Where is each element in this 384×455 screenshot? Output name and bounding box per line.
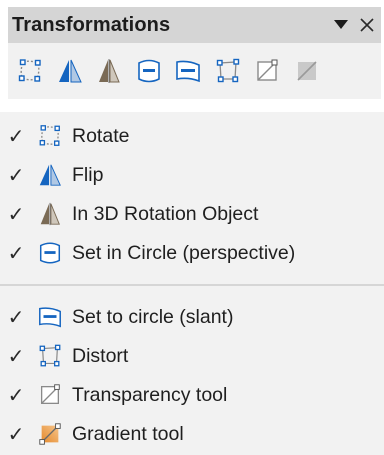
triangle-down-icon xyxy=(334,20,348,29)
set-to-circle-slant-icon xyxy=(176,60,200,83)
check-icon: ✓ xyxy=(7,242,25,265)
transformations-toolbar: Transformations xyxy=(8,7,381,99)
menu-item-label: Flip xyxy=(72,163,104,186)
toolbar-buttons xyxy=(8,43,381,99)
menu-item-transparency-tool[interactable]: ✓ Transparency tool xyxy=(0,375,384,415)
menu-item-gradient-tool[interactable]: ✓ Gradient tool xyxy=(0,414,384,454)
menu-item-flip[interactable]: ✓ Flip xyxy=(0,155,384,195)
check-icon: ✓ xyxy=(7,345,25,368)
3d-rotation-icon xyxy=(99,59,120,83)
menu-item-label: Transparency tool xyxy=(72,383,228,406)
flip-icon xyxy=(58,59,82,83)
gradient-tool-icon xyxy=(39,423,61,445)
toolbar-customize-menu: ✓ Rotate ✓ Flip ✓ In 3D Rotation Object … xyxy=(0,112,384,455)
transparency-tool-icon xyxy=(257,59,278,81)
toolbar-button-gradient-tool[interactable] xyxy=(290,54,324,88)
set-to-circle-slant-icon xyxy=(39,307,61,328)
toolbar-button-transparency-tool[interactable] xyxy=(250,54,284,88)
check-icon: ✓ xyxy=(7,384,25,407)
distort-icon xyxy=(39,344,61,367)
check-icon: ✓ xyxy=(7,203,25,226)
rotate-icon xyxy=(18,59,41,82)
3d-rotation-icon xyxy=(40,202,60,226)
menu-item-label: In 3D Rotation Object xyxy=(72,202,259,225)
toolbar-button-flip[interactable] xyxy=(53,54,87,88)
menu-separator xyxy=(0,284,384,286)
flip-icon xyxy=(39,164,61,186)
toolbar-close-button[interactable] xyxy=(357,15,377,35)
toolbar-button-distort[interactable] xyxy=(211,54,245,88)
menu-item-label: Distort xyxy=(72,344,129,367)
set-in-circle-perspective-icon xyxy=(137,59,160,83)
distort-icon xyxy=(216,58,239,83)
menu-item-label: Rotate xyxy=(72,124,130,147)
toolbar-title-bar[interactable]: Transformations xyxy=(8,7,381,43)
check-icon: ✓ xyxy=(7,423,25,446)
toolbar-options-dropdown[interactable] xyxy=(331,15,351,35)
menu-item-set-in-circle-perspective[interactable]: ✓ Set in Circle (perspective) xyxy=(0,233,384,273)
menu-item-set-to-circle-slant[interactable]: ✓ Set to circle (slant) xyxy=(0,297,384,337)
check-icon: ✓ xyxy=(7,306,25,329)
gradient-tool-icon xyxy=(296,61,317,81)
menu-item-label: Gradient tool xyxy=(72,422,184,445)
toolbar-title: Transformations xyxy=(12,13,171,36)
close-icon xyxy=(360,18,374,32)
transparency-tool-icon xyxy=(40,384,60,405)
menu-item-rotate[interactable]: ✓ Rotate xyxy=(0,116,384,156)
toolbar-button-3d-rotation[interactable] xyxy=(92,54,126,88)
toolbar-button-rotate[interactable] xyxy=(13,54,47,88)
toolbar-button-set-in-circle-perspective[interactable] xyxy=(132,54,166,88)
menu-item-label: Set in Circle (perspective) xyxy=(72,241,296,264)
menu-item-3d-rotation[interactable]: ✓ In 3D Rotation Object xyxy=(0,194,384,234)
menu-item-label: Set to circle (slant) xyxy=(72,305,234,328)
toolbar-button-set-to-circle-slant[interactable] xyxy=(171,54,205,88)
rotate-icon xyxy=(39,125,60,146)
menu-item-distort[interactable]: ✓ Distort xyxy=(0,336,384,376)
set-in-circle-perspective-icon xyxy=(39,242,61,264)
check-icon: ✓ xyxy=(7,164,25,187)
check-icon: ✓ xyxy=(7,125,25,148)
